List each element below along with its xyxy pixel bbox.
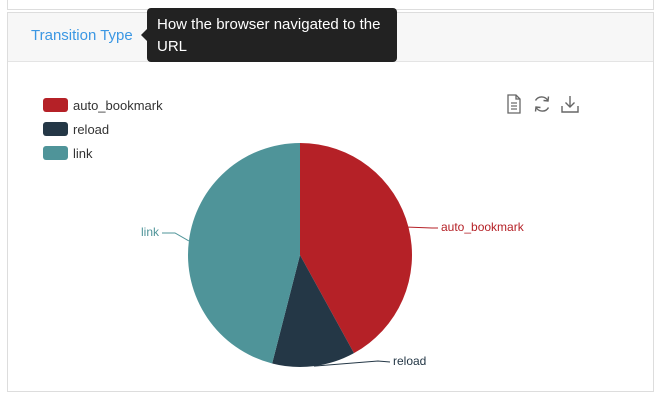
slice-label-link: link [141,225,160,239]
tooltip-arrow [141,29,147,41]
leader-line-link [162,232,190,242]
title-tooltip: How the browser navigated to the URL [141,8,397,62]
slice-label-reload: reload [393,354,426,368]
tooltip-text: How the browser navigated to the URL [157,16,381,55]
slice-label-auto-bookmark: auto_bookmark [441,220,525,234]
page: Transition Type auto_bookmark reload lin… [0,0,672,404]
leader-line-auto-bookmark [408,226,438,229]
